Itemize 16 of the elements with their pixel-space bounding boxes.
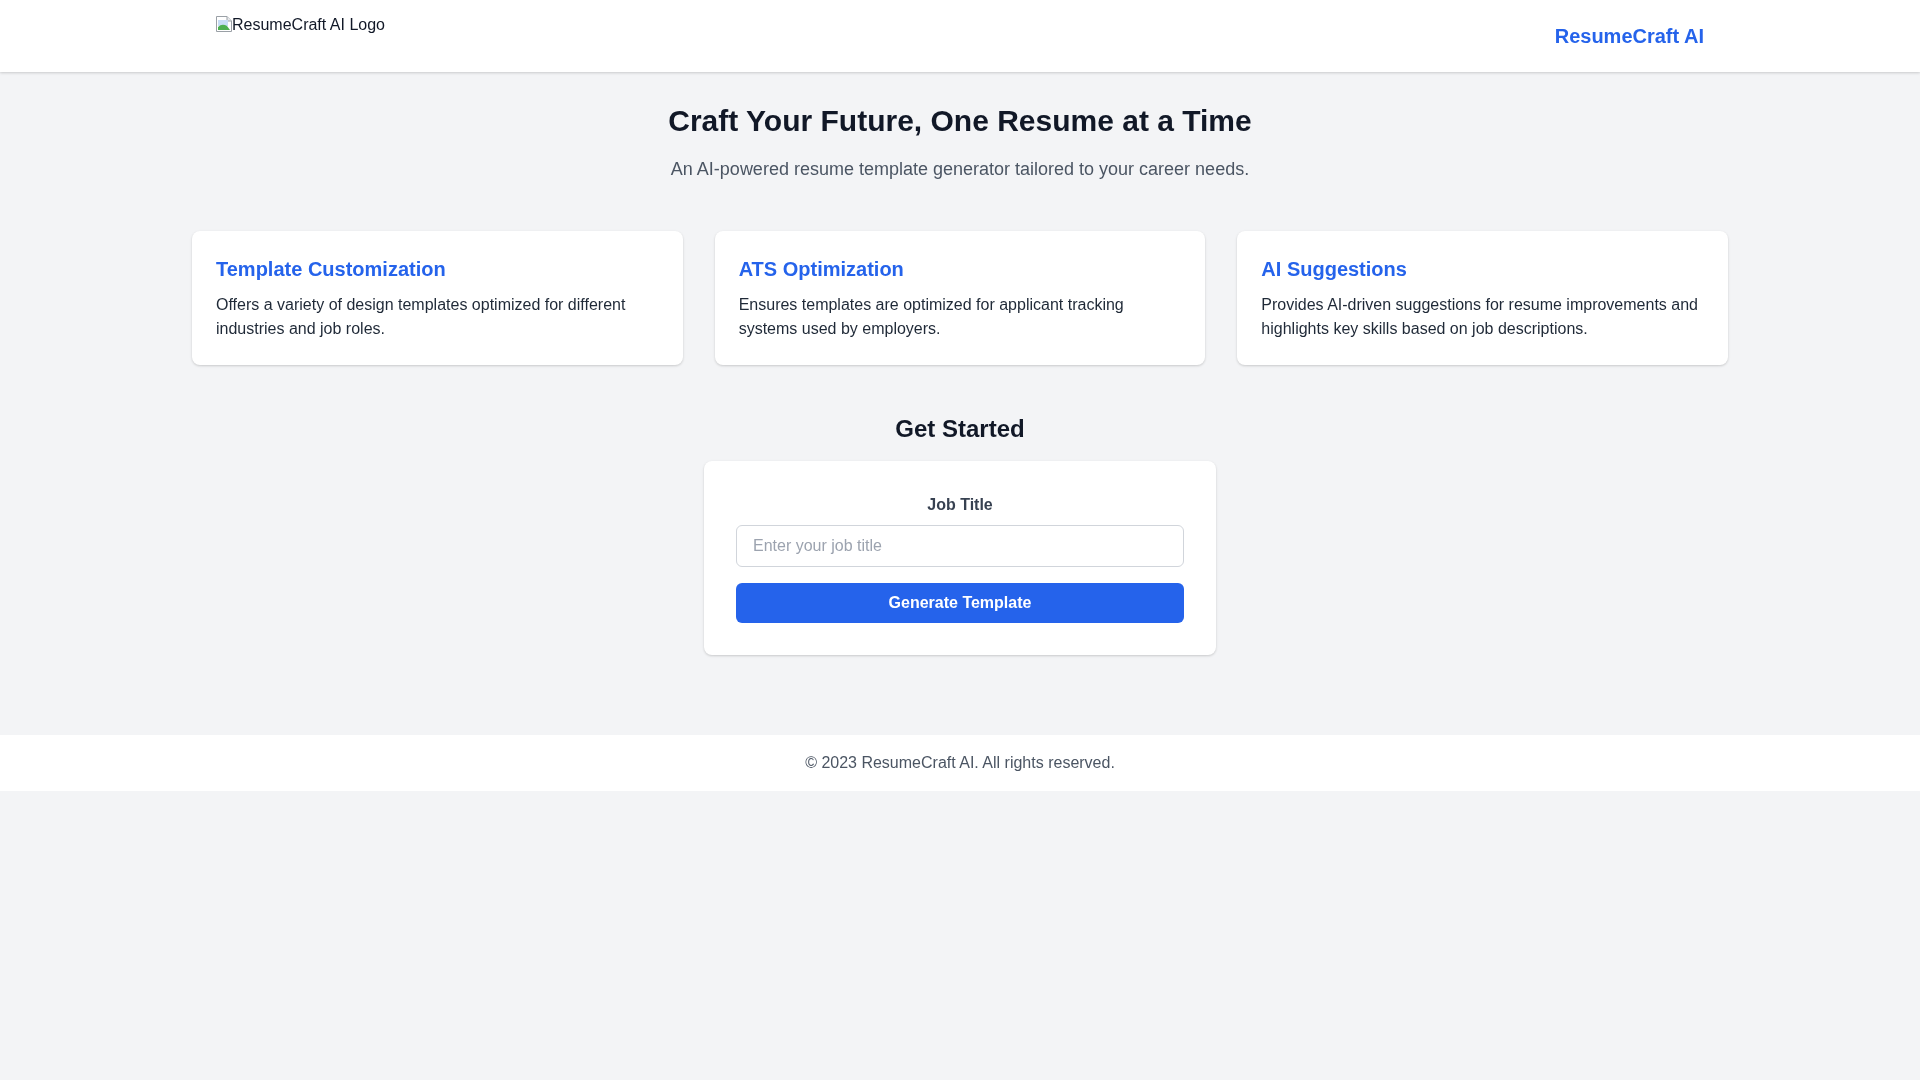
feature-description: Provides AI-driven suggestions for resume improvements and highlights key skills based on job descriptions. [1261, 295, 1699, 339]
feature-title: Template Customization [216, 257, 447, 282]
broken-image-icon [216, 16, 232, 32]
hero-title: Craft Your Future, One Resume at a Time [667, 103, 1253, 139]
feature-description: Ensures templates are optimized for applicant tracking systems used by employers. [738, 295, 1125, 339]
generate-button[interactable]: Generate Template [736, 583, 1184, 623]
field-label: Job Title [927, 495, 993, 515]
section-title: Get Started [895, 414, 1025, 444]
feature-title: AI Suggestions [1261, 257, 1408, 282]
brand-name: ResumeCraft AI [1554, 24, 1704, 49]
hero-subtitle: An AI-powered resume template generator tailored to your career needs. [669, 158, 1251, 181]
feature-description: Offers a variety of design templates optimized for different industries and job roles. [216, 295, 627, 339]
input-field[interactable]: Enter your job title [736, 525, 1184, 567]
copyright-text: © 2023 ResumeCraft AI. All rights reserved. [805, 753, 1115, 773]
logo-alt-text: ResumeCraft AI Logo [232, 16, 385, 34]
feature-title: ATS Optimization [738, 257, 905, 282]
